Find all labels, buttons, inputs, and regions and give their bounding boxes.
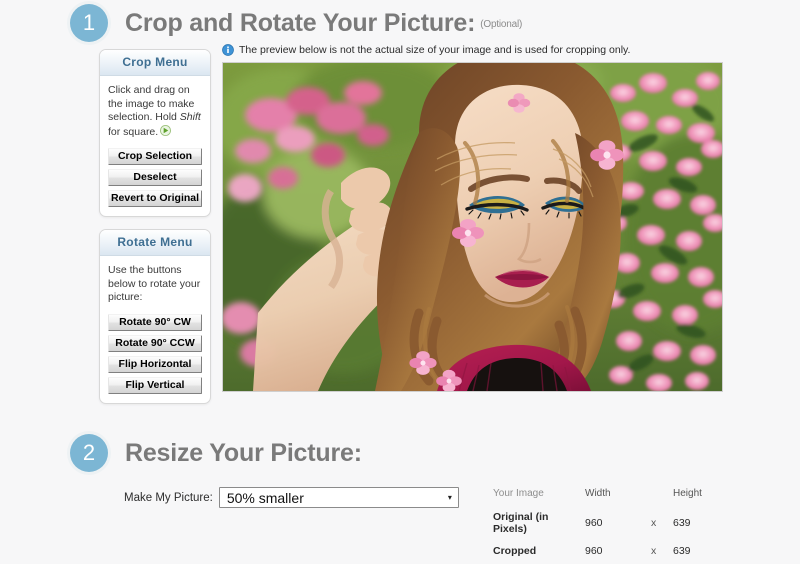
resize-amount-selected-value: 50% smaller [226, 489, 304, 506]
row-label-cropped: Cropped [493, 545, 537, 557]
rotate-90-cw-button[interactable]: Rotate 90° CW [108, 313, 202, 331]
rotate-menu-panel: Rotate Menu Use the buttons below to rot… [99, 229, 211, 404]
header-separator [651, 488, 673, 508]
header-height: Height [673, 488, 702, 499]
resize-control-row: Make My Picture: 50% smaller ▾ [124, 487, 459, 508]
step-1-number: 1 [70, 4, 108, 42]
step-1-title: Crop and Rotate Your Picture: (Optional) [125, 9, 522, 38]
table-row: Cropped 960 x 639 [493, 542, 733, 564]
image-preview-canvas[interactable] [222, 62, 723, 392]
preview-photo[interactable] [223, 63, 722, 391]
header-your-image: Your Image [493, 488, 544, 499]
row-label-original: Original (in Pixels) [493, 511, 549, 535]
crop-instruction-shift-key: Shift [179, 111, 201, 123]
crop-menu-instructions: Click and drag on the image to make sele… [108, 84, 202, 139]
row-original-separator: x [651, 517, 657, 529]
info-icon [222, 44, 234, 56]
rotate-90-ccw-button[interactable]: Rotate 90° CCW [108, 334, 202, 352]
deselect-button[interactable]: Deselect [108, 169, 202, 186]
crop-instruction-line-3-pre: Hold [155, 111, 180, 123]
rotate-menu-body: Use the buttons below to rotate your pic… [100, 256, 210, 394]
chevron-down-icon: ▾ [447, 492, 452, 502]
row-original-width: 960 [585, 517, 603, 529]
step-1-title-text: Crop and Rotate Your Picture: [125, 8, 476, 37]
crop-selection-button[interactable]: Crop Selection [108, 148, 202, 165]
crop-menu-body: Click and drag on the image to make sele… [100, 76, 210, 207]
step-2-title: Resize Your Picture: [125, 439, 362, 468]
step-1-optional-label: (Optional) [480, 18, 523, 30]
step-2-header: 2 Resize Your Picture: [70, 434, 362, 472]
green-arrow-icon[interactable] [160, 124, 172, 136]
flip-horizontal-button[interactable]: Flip Horizontal [108, 355, 202, 373]
table-row: Original (in Pixels) 960 x 639 [493, 508, 733, 542]
row-cropped-width: 960 [585, 545, 603, 557]
header-width: Width [585, 488, 611, 499]
revert-to-original-button[interactable]: Revert to Original [108, 190, 202, 207]
preview-notice: The preview below is not the actual size… [222, 44, 630, 56]
flip-vertical-button[interactable]: Flip Vertical [108, 376, 202, 394]
rotate-menu-instructions: Use the buttons below to rotate your pic… [108, 264, 202, 305]
preview-notice-text: The preview below is not the actual size… [239, 44, 631, 56]
step-2-title-text: Resize Your Picture: [125, 438, 362, 467]
row-cropped-separator: x [651, 545, 657, 557]
image-info-table: Your Image Width Height Original (in Pix… [493, 488, 733, 564]
resize-amount-select[interactable]: 50% smaller ▾ [218, 487, 459, 508]
crop-menu-panel: Crop Menu Click and drag on the image to… [99, 49, 211, 217]
step-1-header: 1 Crop and Rotate Your Picture: (Optional… [70, 4, 522, 42]
table-header-row: Your Image Width Height [493, 488, 733, 508]
step-2-number: 2 [70, 434, 108, 472]
row-original-height: 639 [673, 517, 691, 529]
crop-menu-heading: Crop Menu [100, 50, 210, 76]
crop-instruction-line-3-post: for square. [108, 125, 159, 138]
make-my-picture-label: Make My Picture: [124, 491, 213, 504]
rotate-menu-heading: Rotate Menu [100, 230, 210, 256]
row-cropped-height: 639 [673, 545, 691, 557]
